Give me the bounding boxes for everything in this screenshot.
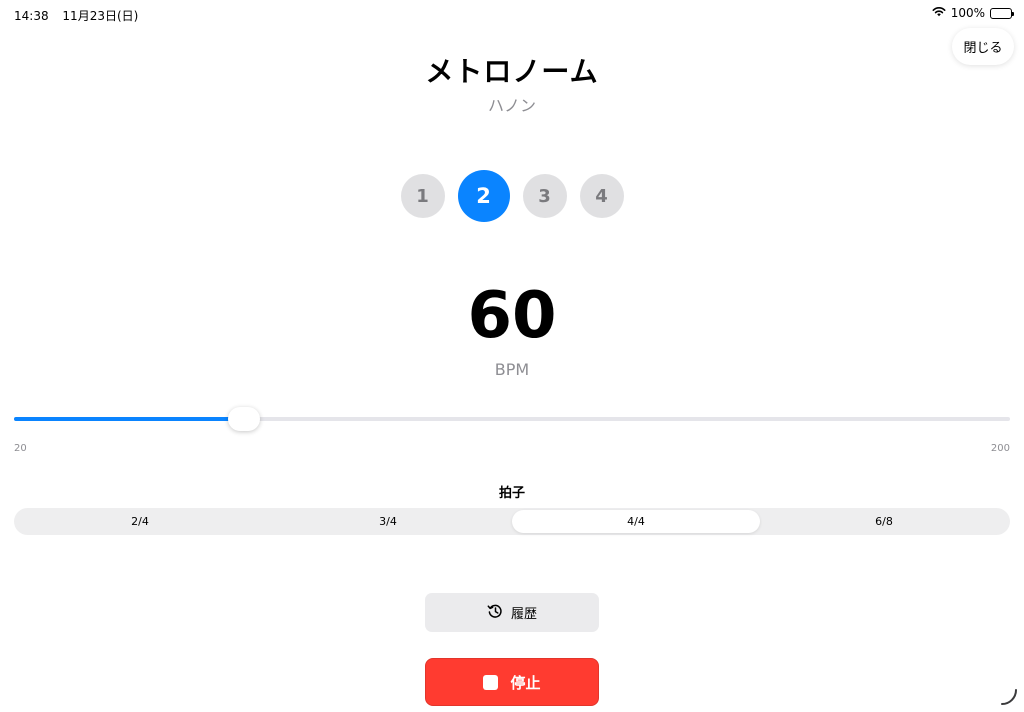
history-button[interactable]: 履歴 — [425, 593, 599, 632]
beat-indicator-1: 1 — [400, 174, 445, 218]
time-signature-option-2-4[interactable]: 2/4 — [16, 510, 264, 533]
time-signature-label: 拍子 — [498, 486, 525, 501]
time-signature-control: 2/4 3/4 4/4 6/8 — [14, 508, 1010, 535]
slider-min-label: 20 — [14, 443, 27, 454]
stop-button-label: 停止 — [510, 673, 541, 692]
beat-indicators: 1 2 3 4 — [0, 170, 1024, 222]
beat-indicator-2: 2 — [457, 170, 510, 222]
bpm-value: 60 — [467, 279, 557, 353]
status-bar-left: 14:38 11月23日(日) — [14, 7, 138, 24]
bpm-slider[interactable] — [14, 407, 1010, 431]
beat-indicator-4: 4 — [579, 174, 624, 218]
time-signature-option-4-4[interactable]: 4/4 — [512, 510, 760, 533]
page-subtitle: ハノン — [487, 96, 536, 115]
battery-icon — [990, 7, 1014, 19]
time-signature-option-6-8[interactable]: 6/8 — [760, 510, 1008, 533]
battery-percent: 100% — [950, 6, 985, 20]
page-title: メトロノーム — [425, 55, 599, 88]
stop-icon — [483, 674, 499, 690]
status-time: 14:38 — [14, 9, 49, 23]
status-date: 11月23日(日) — [62, 9, 139, 23]
status-bar-right: 100% — [932, 6, 1014, 20]
slider-thumb[interactable] — [228, 407, 261, 431]
history-button-label: 履歴 — [510, 607, 537, 622]
slider-fill — [14, 417, 245, 421]
stop-button[interactable]: 停止 — [425, 658, 599, 706]
bpm-unit: BPM — [494, 360, 530, 379]
loading-indicator-icon — [1001, 689, 1017, 705]
metronome-screen: 14:38 11月23日(日) 100% 閉じる メトロノーム ハノン 1 2 … — [0, 0, 1024, 712]
slider-max-label: 200 — [990, 443, 1010, 454]
wifi-icon — [932, 6, 946, 20]
beat-indicator-3: 3 — [522, 174, 567, 218]
history-icon — [487, 603, 503, 623]
time-signature-option-3-4[interactable]: 3/4 — [264, 510, 512, 533]
